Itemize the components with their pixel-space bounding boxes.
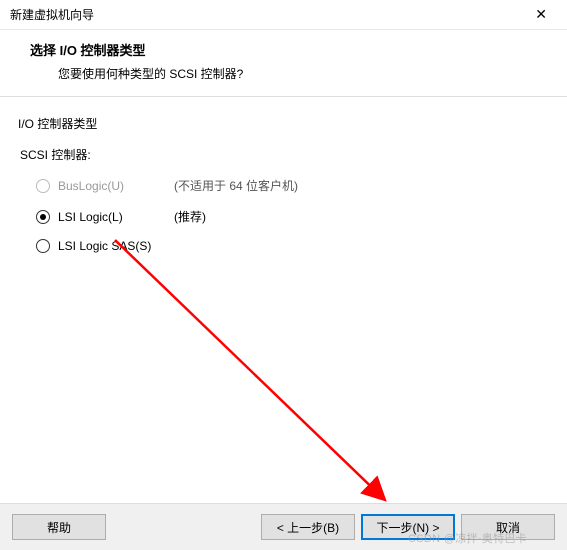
- radio-label: LSI Logic(L): [58, 210, 168, 224]
- group-label: I/O 控制器类型: [18, 115, 547, 132]
- wizard-footer: 帮助 < 上一步(B) 下一步(N) > 取消: [0, 503, 567, 550]
- content-area: I/O 控制器类型 SCSI 控制器: BusLogic(U) (不适用于 64…: [0, 97, 567, 277]
- scsi-label: SCSI 控制器:: [18, 146, 547, 163]
- titlebar: 新建虚拟机向导 ✕: [0, 0, 567, 30]
- radio-option-buslogic: BusLogic(U) (不适用于 64 位客户机): [18, 177, 547, 194]
- page-subheading: 您要使用何种类型的 SCSI 控制器?: [30, 65, 547, 82]
- cancel-button[interactable]: 取消: [461, 514, 555, 540]
- wizard-header: 选择 I/O 控制器类型 您要使用何种类型的 SCSI 控制器?: [0, 30, 567, 96]
- radio-note: (不适用于 64 位客户机): [174, 177, 298, 194]
- radio-note: (推荐): [174, 208, 206, 225]
- radio-label: LSI Logic SAS(S): [58, 239, 168, 253]
- radio-icon[interactable]: [36, 239, 50, 253]
- radio-option-lsi-logic-sas[interactable]: LSI Logic SAS(S): [18, 239, 547, 253]
- radio-option-lsi-logic[interactable]: LSI Logic(L) (推荐): [18, 208, 547, 225]
- next-button[interactable]: 下一步(N) >: [361, 514, 455, 540]
- close-icon[interactable]: ✕: [527, 2, 555, 27]
- window-title: 新建虚拟机向导: [10, 6, 94, 23]
- page-heading: 选择 I/O 控制器类型: [30, 40, 547, 59]
- help-button[interactable]: 帮助: [12, 514, 106, 540]
- radio-icon: [36, 179, 50, 193]
- radio-label: BusLogic(U): [58, 179, 168, 193]
- back-button[interactable]: < 上一步(B): [261, 514, 355, 540]
- radio-icon[interactable]: [36, 210, 50, 224]
